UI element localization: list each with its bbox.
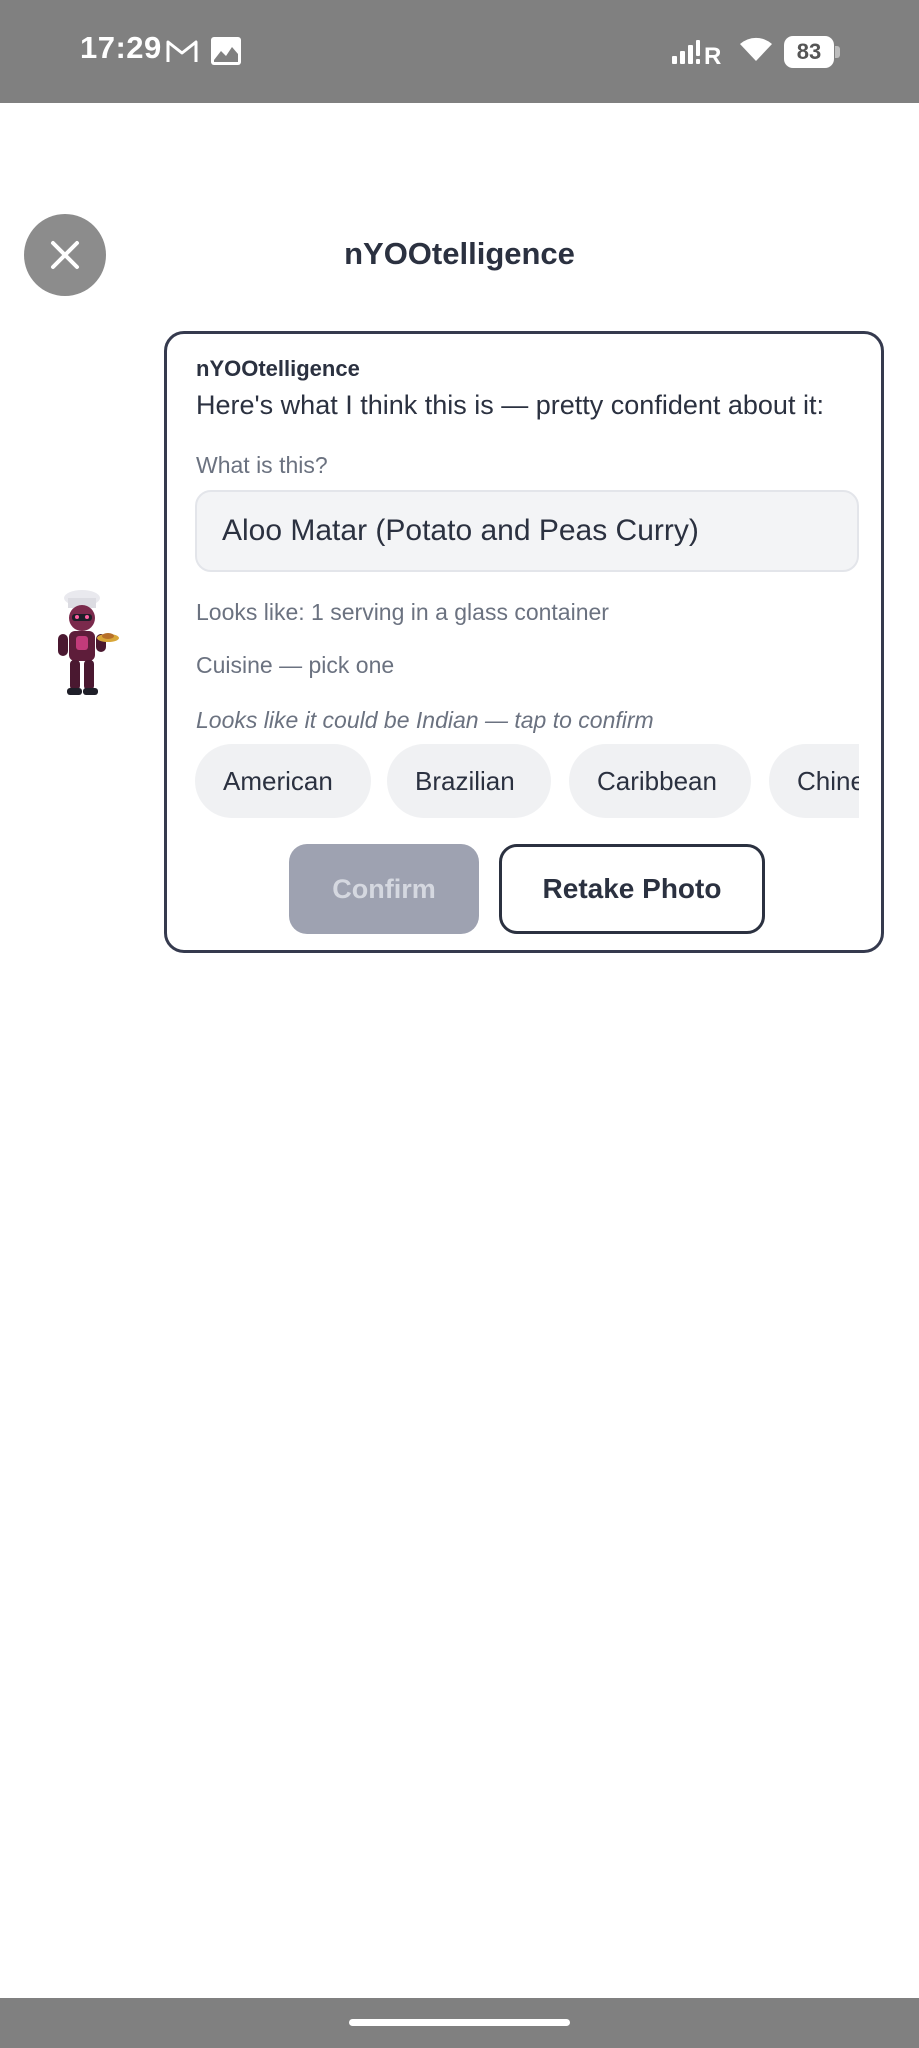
cuisine-chip-american[interactable]: American	[195, 744, 371, 818]
cuisine-chip-chinese[interactable]: Chinese	[769, 744, 859, 818]
food-name-input[interactable]	[195, 490, 859, 572]
battery-tip	[835, 46, 840, 58]
page-title: nYOOtelligence	[344, 236, 575, 271]
confirm-button[interactable]: Confirm	[289, 844, 479, 934]
status-time: 17:29	[80, 30, 162, 65]
navigation-bar	[0, 1998, 919, 2048]
cuisine-hint: Looks like it could be Indian — tap to c…	[196, 707, 654, 733]
cuisine-label: Cuisine — pick one	[196, 652, 395, 678]
battery-icon: 83	[784, 36, 840, 68]
food-name-label: What is this?	[196, 452, 328, 478]
signal-icon: R	[672, 40, 721, 66]
cuisine-chip-caribbean[interactable]: Caribbean	[569, 744, 751, 818]
status-bar: 17:29 R 83	[0, 0, 919, 103]
cuisine-chip-brazilian[interactable]: Brazilian	[387, 744, 551, 818]
gmail-icon	[166, 40, 198, 62]
svg-text:R: R	[704, 43, 721, 66]
battery-level: 83	[784, 36, 834, 68]
wifi-icon	[740, 37, 772, 61]
assistant-card: nYOOtelligence Here's what I think this …	[164, 331, 884, 953]
retake-photo-button[interactable]: Retake Photo	[499, 844, 765, 934]
gallery-icon	[211, 37, 241, 65]
sender-name: nYOOtelligence	[196, 356, 360, 381]
assistant-message: Here's what I think this is — pretty con…	[196, 390, 824, 420]
portion-description: Looks like: 1 serving in a glass contain…	[196, 599, 609, 625]
cuisine-chips[interactable]: American Brazilian Caribbean Chinese	[195, 744, 859, 818]
chef-robot-avatar	[58, 590, 119, 695]
home-indicator[interactable]	[349, 2019, 570, 2026]
